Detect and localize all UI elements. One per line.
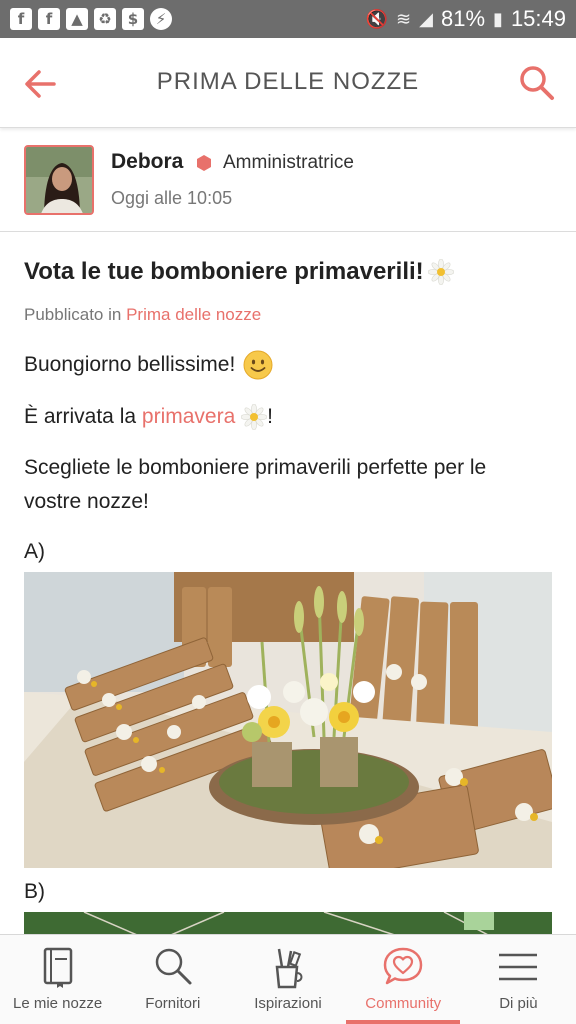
author-role: Amministratrice (223, 152, 354, 173)
option-label-a: A) (24, 540, 45, 563)
menu-icon (499, 953, 538, 981)
post-line-spring: È arrivata la primavera ! (24, 400, 273, 434)
image-icon: ▲ (66, 8, 88, 30)
option-a-photo[interactable] (24, 572, 552, 868)
active-tab-indicator (346, 1020, 460, 1024)
post-author: Debora Amministratrice Oggi alle 10:05 (0, 130, 576, 232)
post-title: Vota le tue bomboniere primaverili! (24, 258, 454, 286)
messenger-icon: ⚡ (150, 8, 172, 30)
search-icon[interactable] (518, 64, 556, 102)
daisy-icon (241, 404, 268, 430)
post-line-choose: Scegliete le bomboniere primaverili perf… (24, 456, 487, 513)
category-link[interactable]: Prima delle nozze (126, 305, 261, 324)
dollar-icon: $ (122, 8, 144, 30)
nav-community[interactable]: Community (346, 935, 461, 1024)
status-bar: f f ▲ ♻ $ ⚡ 🔇 ≋ ◢ 81% ▮ 15:49 (0, 0, 576, 38)
bottom-navigation: Le mie nozze Fornitori Ispirazioni Commu… (0, 934, 576, 1024)
page-title: PRIMA DELLE NOZZE (156, 68, 420, 95)
post-timestamp: Oggi alle 10:05 (111, 188, 233, 208)
battery-level: 81% (440, 6, 486, 31)
clock: 15:49 (510, 6, 566, 31)
recycle-icon: ♻ (94, 8, 116, 30)
book-icon (43, 947, 72, 988)
daisy-icon (427, 259, 454, 285)
mute-icon: 🔇 (365, 8, 389, 30)
facebook-icon: f (10, 8, 32, 30)
battery-icon: ▮ (493, 8, 503, 30)
brushes-icon (275, 948, 303, 989)
nav-le-mie-nozze[interactable]: Le mie nozze (0, 935, 115, 1024)
option-label-b: B) (24, 880, 45, 903)
app-header: PRIMA DELLE NOZZE (0, 38, 576, 128)
spring-link[interactable]: primavera (142, 400, 235, 434)
search-icon (155, 948, 192, 985)
nav-di-piu[interactable]: Di più (461, 935, 576, 1024)
avatar[interactable] (24, 145, 94, 215)
wifi-icon: ≋ (396, 8, 412, 30)
admin-badge-icon (197, 155, 211, 171)
signal-icon: ◢ (419, 8, 433, 30)
nav-fornitori[interactable]: Fornitori (115, 935, 230, 1024)
nav-ispirazioni[interactable]: Ispirazioni (230, 935, 345, 1024)
facebook-icon: f (38, 8, 60, 30)
smiley-icon (243, 350, 273, 380)
published-in: Pubblicato in Prima delle nozze (24, 305, 262, 324)
notification-icons: f f ▲ ♻ $ ⚡ (10, 8, 172, 30)
post-line-greeting: Buongiorno bellissime! (24, 348, 273, 382)
author-name[interactable]: Debora (111, 150, 183, 174)
heart-chat-icon (383, 947, 423, 985)
